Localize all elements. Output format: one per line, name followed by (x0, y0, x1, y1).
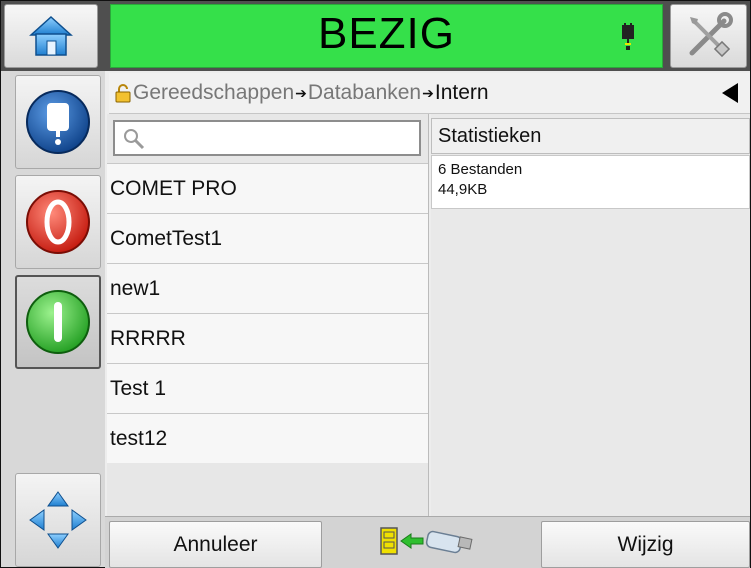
status-label: BEZIG (317, 9, 456, 58)
tools-button[interactable] (670, 4, 747, 68)
total-size: 44,9KB (438, 181, 488, 198)
ink-button[interactable] (15, 75, 101, 169)
list-item[interactable]: CometTest1 (107, 213, 428, 263)
list-item[interactable]: RRRRR (107, 313, 428, 363)
breadcrumb-tools[interactable]: Gereedschappen (133, 81, 294, 105)
statistics-panel: Statistieken 6 Bestanden 44,9KB (431, 114, 750, 516)
status-bar: BEZIG (110, 4, 663, 68)
file-list-panel: COMET PRO CometTest1 new1 RRRRR Test 1 t… (107, 114, 429, 516)
navigation-arrows-icon (29, 491, 87, 549)
breadcrumb-separator: ➔ (295, 84, 307, 101)
file-count: 6 Bestanden (438, 161, 523, 178)
usb-transfer-icon (380, 527, 473, 555)
edit-button[interactable]: Wijzig (541, 521, 750, 568)
left-toolbar (1, 71, 105, 567)
stop-icon (26, 190, 90, 254)
usb-transfer-button[interactable] (377, 522, 477, 560)
list-item[interactable]: new1 (107, 263, 428, 313)
plug-icon (622, 23, 634, 50)
stop-button[interactable] (15, 175, 101, 269)
bottom-bar: Annuleer Wijzig (105, 516, 750, 568)
home-button[interactable] (4, 4, 98, 68)
breadcrumb-databases[interactable]: Databanken (308, 81, 421, 105)
start-icon (26, 290, 90, 354)
list-item[interactable]: test12 (107, 413, 428, 463)
ink-bottle-icon (26, 90, 90, 154)
start-button[interactable] (15, 275, 101, 369)
breadcrumb: Gereedschappen ➔ Databanken ➔ Intern (109, 73, 750, 114)
lock-icon (115, 84, 131, 103)
back-arrow-icon[interactable] (722, 83, 738, 103)
file-list: COMET PRO CometTest1 new1 RRRRR Test 1 t… (107, 163, 428, 463)
cancel-button[interactable]: Annuleer (109, 521, 322, 568)
home-icon (29, 15, 73, 56)
breadcrumb-internal: Intern (434, 81, 489, 104)
tools-icon (689, 12, 733, 58)
navigation-button[interactable] (15, 473, 101, 567)
statistics-body: 6 Bestanden 44,9KB (431, 155, 750, 209)
list-item[interactable]: Test 1 (107, 363, 428, 413)
search-input[interactable] (113, 120, 421, 156)
top-bar: BEZIG (1, 1, 750, 71)
search-icon (124, 129, 145, 150)
statistics-header: Statistieken (431, 118, 750, 154)
app-window: BEZIG Gereedschappen ➔ Databanken ➔ Inte… (0, 0, 751, 568)
list-item[interactable]: COMET PRO (107, 163, 428, 213)
breadcrumb-separator: ➔ (422, 84, 434, 101)
